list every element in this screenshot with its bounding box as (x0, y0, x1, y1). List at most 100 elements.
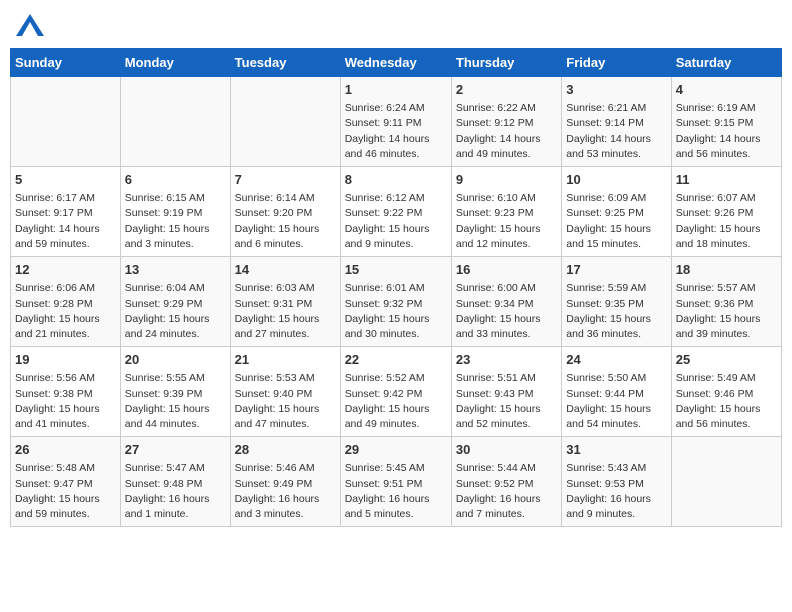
calendar-table: SundayMondayTuesdayWednesdayThursdayFrid… (10, 48, 782, 527)
calendar-day-cell: 14 Sunrise: 6:03 AM Sunset: 9:31 PM Dayli… (230, 257, 340, 347)
calendar-day-cell: 18 Sunrise: 5:57 AM Sunset: 9:36 PM Dayli… (671, 257, 781, 347)
calendar-header: SundayMondayTuesdayWednesdayThursdayFrid… (11, 49, 782, 77)
calendar-day-cell: 5 Sunrise: 6:17 AM Sunset: 9:17 PM Daylig… (11, 167, 121, 257)
day-info: Sunrise: 5:48 AM Sunset: 9:47 PM Dayligh… (15, 461, 116, 522)
calendar-day-cell: 28 Sunrise: 5:46 AM Sunset: 9:49 PM Dayli… (230, 437, 340, 527)
calendar-day-cell: 12Sunrise: 6:06 AM Sunset: 9:28 PM Dayli… (11, 257, 121, 347)
day-info: Sunrise: 5:51 AM Sunset: 9:43 PM Dayligh… (456, 371, 557, 432)
day-number: 1 (345, 81, 447, 99)
day-info: Sunrise: 6:01 AM Sunset: 9:32 PM Dayligh… (345, 281, 447, 342)
day-info: Sunrise: 6:03 AM Sunset: 9:31 PM Dayligh… (235, 281, 336, 342)
day-number: 20 (125, 351, 226, 369)
day-number: 10 (566, 171, 666, 189)
day-info: Sunrise: 5:44 AM Sunset: 9:52 PM Dayligh… (456, 461, 557, 522)
day-number: 24 (566, 351, 666, 369)
day-number: 9 (456, 171, 557, 189)
calendar-day-cell: 11Sunrise: 6:07 AM Sunset: 9:26 PM Dayli… (671, 167, 781, 257)
day-info: Sunrise: 5:57 AM Sunset: 9:36 PM Dayligh… (676, 281, 777, 342)
day-number: 31 (566, 441, 666, 459)
day-number: 19 (15, 351, 116, 369)
day-number: 27 (125, 441, 226, 459)
day-info: Sunrise: 6:07 AM Sunset: 9:26 PM Dayligh… (676, 191, 777, 252)
day-info: Sunrise: 5:52 AM Sunset: 9:42 PM Dayligh… (345, 371, 447, 432)
weekday-header: Sunday (11, 49, 121, 77)
calendar-body: 1 Sunrise: 6:24 AM Sunset: 9:11 PM Daylig… (11, 77, 782, 527)
calendar-day-cell: 26 Sunrise: 5:48 AM Sunset: 9:47 PM Dayli… (11, 437, 121, 527)
day-number: 13 (125, 261, 226, 279)
calendar-day-cell: 8 Sunrise: 6:12 AM Sunset: 9:22 PM Daylig… (340, 167, 451, 257)
calendar-day-cell: 4Sunrise: 6:19 AM Sunset: 9:15 PM Daylig… (671, 77, 781, 167)
day-number: 12 (15, 261, 116, 279)
day-info: Sunrise: 6:04 AM Sunset: 9:29 PM Dayligh… (125, 281, 226, 342)
weekday-header: Friday (562, 49, 671, 77)
day-info: Sunrise: 6:24 AM Sunset: 9:11 PM Dayligh… (345, 101, 447, 162)
calendar-day-cell: 2Sunrise: 6:22 AM Sunset: 9:12 PM Daylig… (451, 77, 561, 167)
calendar-day-cell: 21 Sunrise: 5:53 AM Sunset: 9:40 PM Dayli… (230, 347, 340, 437)
day-info: Sunrise: 5:49 AM Sunset: 9:46 PM Dayligh… (676, 371, 777, 432)
day-info: Sunrise: 6:21 AM Sunset: 9:14 PM Dayligh… (566, 101, 666, 162)
day-info: Sunrise: 6:09 AM Sunset: 9:25 PM Dayligh… (566, 191, 666, 252)
day-number: 3 (566, 81, 666, 99)
day-info: Sunrise: 5:59 AM Sunset: 9:35 PM Dayligh… (566, 281, 666, 342)
day-info: Sunrise: 6:10 AM Sunset: 9:23 PM Dayligh… (456, 191, 557, 252)
day-info: Sunrise: 5:46 AM Sunset: 9:49 PM Dayligh… (235, 461, 336, 522)
calendar-week-row: 5 Sunrise: 6:17 AM Sunset: 9:17 PM Daylig… (11, 167, 782, 257)
day-info: Sunrise: 6:00 AM Sunset: 9:34 PM Dayligh… (456, 281, 557, 342)
calendar-day-cell: 20 Sunrise: 5:55 AM Sunset: 9:39 PM Dayli… (120, 347, 230, 437)
calendar-day-cell: 3 Sunrise: 6:21 AM Sunset: 9:14 PM Daylig… (562, 77, 671, 167)
day-number: 17 (566, 261, 666, 279)
calendar-day-cell: 19 Sunrise: 5:56 AM Sunset: 9:38 PM Dayli… (11, 347, 121, 437)
logo-icon (16, 14, 44, 36)
day-number: 26 (15, 441, 116, 459)
weekday-header: Saturday (671, 49, 781, 77)
page-header (10, 10, 782, 40)
day-info: Sunrise: 6:15 AM Sunset: 9:19 PM Dayligh… (125, 191, 226, 252)
calendar-day-cell: 15Sunrise: 6:01 AM Sunset: 9:32 PM Dayli… (340, 257, 451, 347)
calendar-day-cell: 27 Sunrise: 5:47 AM Sunset: 9:48 PM Dayli… (120, 437, 230, 527)
weekday-header: Wednesday (340, 49, 451, 77)
calendar-day-cell (671, 437, 781, 527)
calendar-day-cell: 1 Sunrise: 6:24 AM Sunset: 9:11 PM Daylig… (340, 77, 451, 167)
calendar-day-cell (11, 77, 121, 167)
calendar-day-cell: 30 Sunrise: 5:44 AM Sunset: 9:52 PM Dayli… (451, 437, 561, 527)
day-number: 5 (15, 171, 116, 189)
day-number: 6 (125, 171, 226, 189)
weekday-header: Tuesday (230, 49, 340, 77)
calendar-week-row: 1 Sunrise: 6:24 AM Sunset: 9:11 PM Daylig… (11, 77, 782, 167)
calendar-day-cell: 24 Sunrise: 5:50 AM Sunset: 9:44 PM Dayli… (562, 347, 671, 437)
day-number: 22 (345, 351, 447, 369)
calendar-week-row: 12Sunrise: 6:06 AM Sunset: 9:28 PM Dayli… (11, 257, 782, 347)
calendar-week-row: 19 Sunrise: 5:56 AM Sunset: 9:38 PM Dayli… (11, 347, 782, 437)
day-number: 28 (235, 441, 336, 459)
day-info: Sunrise: 5:47 AM Sunset: 9:48 PM Dayligh… (125, 461, 226, 522)
calendar-day-cell: 22 Sunrise: 5:52 AM Sunset: 9:42 PM Dayli… (340, 347, 451, 437)
day-info: Sunrise: 6:12 AM Sunset: 9:22 PM Dayligh… (345, 191, 447, 252)
day-info: Sunrise: 5:43 AM Sunset: 9:53 PM Dayligh… (566, 461, 666, 522)
calendar-day-cell: 6 Sunrise: 6:15 AM Sunset: 9:19 PM Daylig… (120, 167, 230, 257)
day-number: 21 (235, 351, 336, 369)
calendar-day-cell: 9 Sunrise: 6:10 AM Sunset: 9:23 PM Daylig… (451, 167, 561, 257)
day-number: 14 (235, 261, 336, 279)
day-info: Sunrise: 5:55 AM Sunset: 9:39 PM Dayligh… (125, 371, 226, 432)
day-info: Sunrise: 5:45 AM Sunset: 9:51 PM Dayligh… (345, 461, 447, 522)
day-number: 8 (345, 171, 447, 189)
day-info: Sunrise: 6:17 AM Sunset: 9:17 PM Dayligh… (15, 191, 116, 252)
day-number: 25 (676, 351, 777, 369)
day-number: 23 (456, 351, 557, 369)
logo (16, 14, 46, 36)
day-info: Sunrise: 5:56 AM Sunset: 9:38 PM Dayligh… (15, 371, 116, 432)
day-info: Sunrise: 5:53 AM Sunset: 9:40 PM Dayligh… (235, 371, 336, 432)
calendar-week-row: 26 Sunrise: 5:48 AM Sunset: 9:47 PM Dayli… (11, 437, 782, 527)
calendar-day-cell: 23 Sunrise: 5:51 AM Sunset: 9:43 PM Dayli… (451, 347, 561, 437)
day-info: Sunrise: 6:19 AM Sunset: 9:15 PM Dayligh… (676, 101, 777, 162)
calendar-day-cell: 10 Sunrise: 6:09 AM Sunset: 9:25 PM Dayli… (562, 167, 671, 257)
day-info: Sunrise: 6:14 AM Sunset: 9:20 PM Dayligh… (235, 191, 336, 252)
day-number: 18 (676, 261, 777, 279)
calendar-day-cell (230, 77, 340, 167)
calendar-day-cell: 7 Sunrise: 6:14 AM Sunset: 9:20 PM Daylig… (230, 167, 340, 257)
weekday-header: Monday (120, 49, 230, 77)
day-info: Sunrise: 5:50 AM Sunset: 9:44 PM Dayligh… (566, 371, 666, 432)
calendar-day-cell: 29Sunrise: 5:45 AM Sunset: 9:51 PM Dayli… (340, 437, 451, 527)
day-number: 7 (235, 171, 336, 189)
day-number: 30 (456, 441, 557, 459)
